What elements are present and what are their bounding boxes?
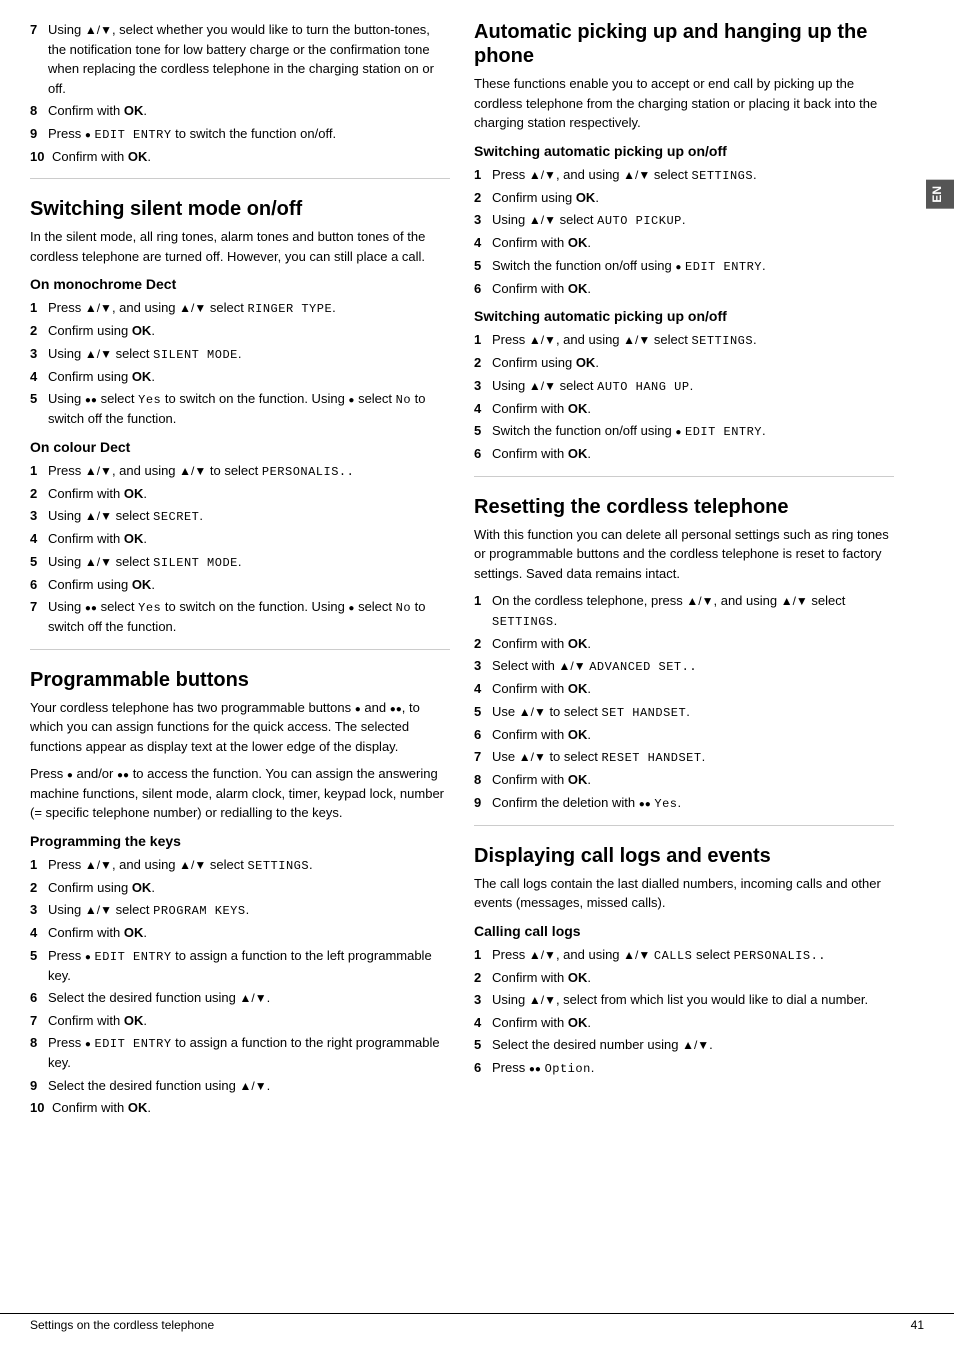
prog-step-10: 10 Confirm with OK. <box>30 1098 450 1118</box>
pickup-step-1: 1 Press ▲/▼, and using ▲/▼ select SETTIN… <box>474 165 894 185</box>
mono-step-3: 3 Using ▲/▼ select SILENT MODE. <box>30 344 450 364</box>
colour-dect-subtitle: On colour Dect <box>30 439 450 455</box>
prog-step-4: 4 Confirm with OK. <box>30 923 450 943</box>
mono-dect-subtitle: On monochrome Dect <box>30 276 450 292</box>
right-column: Automatic picking up and hanging up the … <box>474 20 894 1332</box>
silent-mode-body: In the silent mode, all ring tones, alar… <box>30 227 450 266</box>
reset-step-1: 1 On the cordless telephone, press ▲/▼, … <box>474 591 894 631</box>
switch-hangup-title: Switching automatic picking up on/off <box>474 308 894 324</box>
mono-step-1: 1 Press ▲/▼, and using ▲/▼ select RINGER… <box>30 298 450 318</box>
call-logs-title: Displaying call logs and events <box>474 844 894 868</box>
reset-body: With this function you can delete all pe… <box>474 525 894 584</box>
step-7: 7 Using ▲/▼, select whether you would li… <box>30 20 450 98</box>
colour-step-7: 7 Using ●● select Yes to switch on the f… <box>30 597 450 637</box>
reset-step-4: 4 Confirm with OK. <box>474 679 894 699</box>
reset-step-5: 5 Use ▲/▼ to select SET HANDSET. <box>474 702 894 722</box>
switch-pickup-steps: 1 Press ▲/▼, and using ▲/▼ select SETTIN… <box>474 165 894 299</box>
pickup-step-2: 2 Confirm using OK. <box>474 188 894 208</box>
prog-step-9: 9 Select the desired function using ▲/▼. <box>30 1076 450 1096</box>
reset-step-7: 7 Use ▲/▼ to select RESET HANDSET. <box>474 747 894 767</box>
hangup-step-3: 3 Using ▲/▼ select AUTO HANG UP. <box>474 376 894 396</box>
mono-step-5: 5 Using ●● select Yes to switch on the f… <box>30 389 450 429</box>
hangup-step-5: 5 Switch the function on/off using ● EDI… <box>474 421 894 441</box>
pickup-step-3: 3 Using ▲/▼ select AUTO PICKUP. <box>474 210 894 230</box>
footer-left: Settings on the cordless telephone <box>30 1318 214 1332</box>
hangup-step-2: 2 Confirm using OK. <box>474 353 894 373</box>
reset-step-8: 8 Confirm with OK. <box>474 770 894 790</box>
reset-step-6: 6 Confirm with OK. <box>474 725 894 745</box>
auto-pickup-title: Automatic picking up and hanging up the … <box>474 20 894 68</box>
language-tab: EN <box>926 180 954 209</box>
call-step-2: 2 Confirm with OK. <box>474 968 894 988</box>
left-column: 7 Using ▲/▼, select whether you would li… <box>30 20 450 1332</box>
colour-step-5: 5 Using ▲/▼ select SILENT MODE. <box>30 552 450 572</box>
prog-step-8: 8 Press ● EDIT ENTRY to assign a functio… <box>30 1033 450 1073</box>
call-step-4: 4 Confirm with OK. <box>474 1013 894 1033</box>
footer-right: 41 <box>911 1318 924 1332</box>
prog-keys-subtitle: Programming the keys <box>30 833 450 849</box>
call-step-6: 6 Press ●● Option. <box>474 1058 894 1078</box>
call-step-5: 5 Select the desired number using ▲/▼. <box>474 1035 894 1055</box>
pickup-step-5: 5 Switch the function on/off using ● EDI… <box>474 256 894 276</box>
step-9: 9 Press ● EDIT ENTRY to switch the funct… <box>30 124 450 144</box>
prog-buttons-body1: Your cordless telephone has two programm… <box>30 698 450 757</box>
switch-hangup-steps: 1 Press ▲/▼, and using ▲/▼ select SETTIN… <box>474 330 894 464</box>
call-step-3: 3 Using ▲/▼, select from which list you … <box>474 990 894 1010</box>
hangup-step-1: 1 Press ▲/▼, and using ▲/▼ select SETTIN… <box>474 330 894 350</box>
calling-logs-subtitle: Calling call logs <box>474 923 894 939</box>
switch-pickup-title: Switching automatic picking up on/off <box>474 143 894 159</box>
step-8: 8 Confirm with OK. <box>30 101 450 121</box>
colour-step-3: 3 Using ▲/▼ select SECRET. <box>30 506 450 526</box>
mono-step-4: 4 Confirm using OK. <box>30 367 450 387</box>
reset-step-2: 2 Confirm with OK. <box>474 634 894 654</box>
prog-step-7: 7 Confirm with OK. <box>30 1011 450 1031</box>
colour-step-1: 1 Press ▲/▼, and using ▲/▼ to select PER… <box>30 461 450 481</box>
hangup-step-4: 4 Confirm with OK. <box>474 399 894 419</box>
hangup-step-6: 6 Confirm with OK. <box>474 444 894 464</box>
prog-step-1: 1 Press ▲/▼, and using ▲/▼ select SETTIN… <box>30 855 450 875</box>
silent-mode-title: Switching silent mode on/off <box>30 197 450 221</box>
footer: Settings on the cordless telephone 41 <box>0 1313 954 1332</box>
prog-buttons-body2: Press ● and/or ●● to access the function… <box>30 764 450 823</box>
reset-title: Resetting the cordless telephone <box>474 495 894 519</box>
colour-dect-steps: 1 Press ▲/▼, and using ▲/▼ to select PER… <box>30 461 450 637</box>
prog-step-3: 3 Using ▲/▼ select PROGRAM KEYS. <box>30 900 450 920</box>
prog-step-6: 6 Select the desired function using ▲/▼. <box>30 988 450 1008</box>
pickup-step-6: 6 Confirm with OK. <box>474 279 894 299</box>
call-logs-body: The call logs contain the last dialled n… <box>474 874 894 913</box>
intro-steps: 7 Using ▲/▼, select whether you would li… <box>30 20 450 166</box>
mono-dect-steps: 1 Press ▲/▼, and using ▲/▼ select RINGER… <box>30 298 450 429</box>
calling-logs-steps: 1 Press ▲/▼, and using ▲/▼ CALLS select … <box>474 945 894 1078</box>
colour-step-2: 2 Confirm with OK. <box>30 484 450 504</box>
colour-step-4: 4 Confirm with OK. <box>30 529 450 549</box>
prog-buttons-title: Programmable buttons <box>30 668 450 692</box>
prog-keys-steps: 1 Press ▲/▼, and using ▲/▼ select SETTIN… <box>30 855 450 1118</box>
mono-step-2: 2 Confirm using OK. <box>30 321 450 341</box>
step-10: 10 Confirm with OK. <box>30 147 450 167</box>
call-step-1: 1 Press ▲/▼, and using ▲/▼ CALLS select … <box>474 945 894 965</box>
colour-step-6: 6 Confirm using OK. <box>30 575 450 595</box>
pickup-step-4: 4 Confirm with OK. <box>474 233 894 253</box>
reset-step-3: 3 Select with ▲/▼ ADVANCED SET.. <box>474 656 894 676</box>
prog-step-5: 5 Press ● EDIT ENTRY to assign a functio… <box>30 946 450 986</box>
prog-step-2: 2 Confirm using OK. <box>30 878 450 898</box>
reset-steps: 1 On the cordless telephone, press ▲/▼, … <box>474 591 894 813</box>
auto-pickup-body: These functions enable you to accept or … <box>474 74 894 133</box>
reset-step-9: 9 Confirm the deletion with ●● Yes. <box>474 793 894 813</box>
